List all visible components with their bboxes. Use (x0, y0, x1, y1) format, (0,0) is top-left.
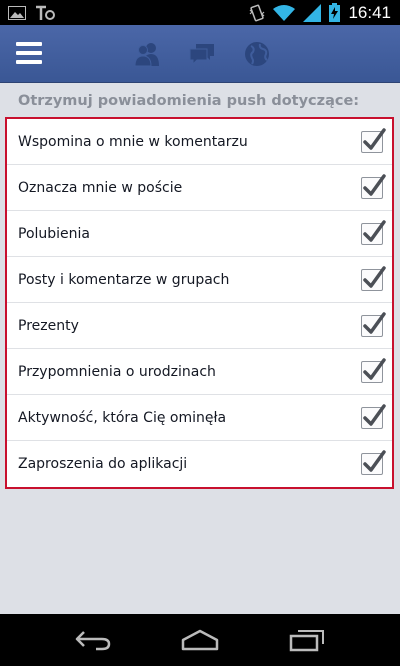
checkmark-icon (363, 311, 386, 334)
recent-apps-icon[interactable] (288, 628, 326, 652)
checkmark-icon (363, 173, 386, 196)
checkbox[interactable] (361, 311, 386, 337)
checkbox[interactable] (361, 127, 386, 153)
setting-label: Polubienia (18, 225, 91, 242)
setting-label: Aktywność, która Cię ominęła (18, 409, 227, 426)
checkmark-icon (363, 403, 386, 426)
checkbox[interactable] (361, 173, 386, 199)
setting-label: Posty i komentarze w grupach (18, 271, 230, 288)
setting-label: Prezenty (18, 317, 79, 334)
setting-row-likes[interactable]: Polubienia (7, 211, 392, 257)
image-icon (8, 5, 26, 20)
app-header (0, 25, 400, 83)
setting-row-missed-activity[interactable]: Aktywność, która Cię ominęła (7, 395, 392, 441)
setting-label: Zaproszenia do aplikacji (18, 456, 188, 472)
header-tabs (132, 39, 272, 69)
setting-row-app-invites[interactable]: Zaproszenia do aplikacji (7, 441, 392, 487)
checkbox[interactable] (361, 357, 386, 383)
back-icon[interactable] (74, 629, 112, 651)
checkmark-icon (363, 357, 386, 380)
setting-row-group-posts[interactable]: Posty i komentarze w grupach (7, 257, 392, 303)
system-nav-bar (0, 614, 400, 666)
messages-icon[interactable] (187, 39, 217, 69)
checkmark-icon (363, 219, 386, 242)
tango-icon (36, 5, 55, 20)
checkbox[interactable] (361, 219, 386, 245)
section-heading: Otrzymuj powiadomienia push dotyczące: (18, 93, 360, 109)
battery-charging-icon (329, 3, 341, 22)
setting-label: Oznacza mnie w poście (18, 179, 183, 196)
setting-row-birthday-reminders[interactable]: Przypomnienia o urodzinach (7, 349, 392, 395)
checkbox[interactable] (361, 450, 386, 475)
setting-row-post-tags[interactable]: Oznacza mnie w poście (7, 165, 392, 211)
checkbox[interactable] (361, 403, 386, 429)
friends-icon[interactable] (132, 39, 162, 69)
checkmark-icon (363, 265, 386, 288)
checkbox[interactable] (361, 265, 386, 291)
setting-row-gifts[interactable]: Prezenty (7, 303, 392, 349)
status-time: 16:41 (348, 2, 391, 22)
status-bar: 16:41 (0, 0, 400, 25)
signal-icon (303, 3, 322, 22)
setting-label: Wspomina o mnie w komentarzu (18, 133, 248, 150)
setting-row-comment-mentions[interactable]: Wspomina o mnie w komentarzu (7, 119, 392, 165)
checkmark-icon (363, 127, 386, 150)
vibrate-icon (250, 4, 265, 21)
menu-icon[interactable] (16, 42, 42, 64)
wifi-icon (273, 4, 296, 21)
checkmark-icon (363, 450, 386, 472)
push-notification-settings-list: Wspomina o mnie w komentarzu Oznacza mni… (5, 117, 394, 489)
home-icon[interactable] (180, 629, 220, 651)
setting-label: Przypomnienia o urodzinach (18, 363, 216, 380)
notifications-globe-icon[interactable] (242, 39, 272, 69)
